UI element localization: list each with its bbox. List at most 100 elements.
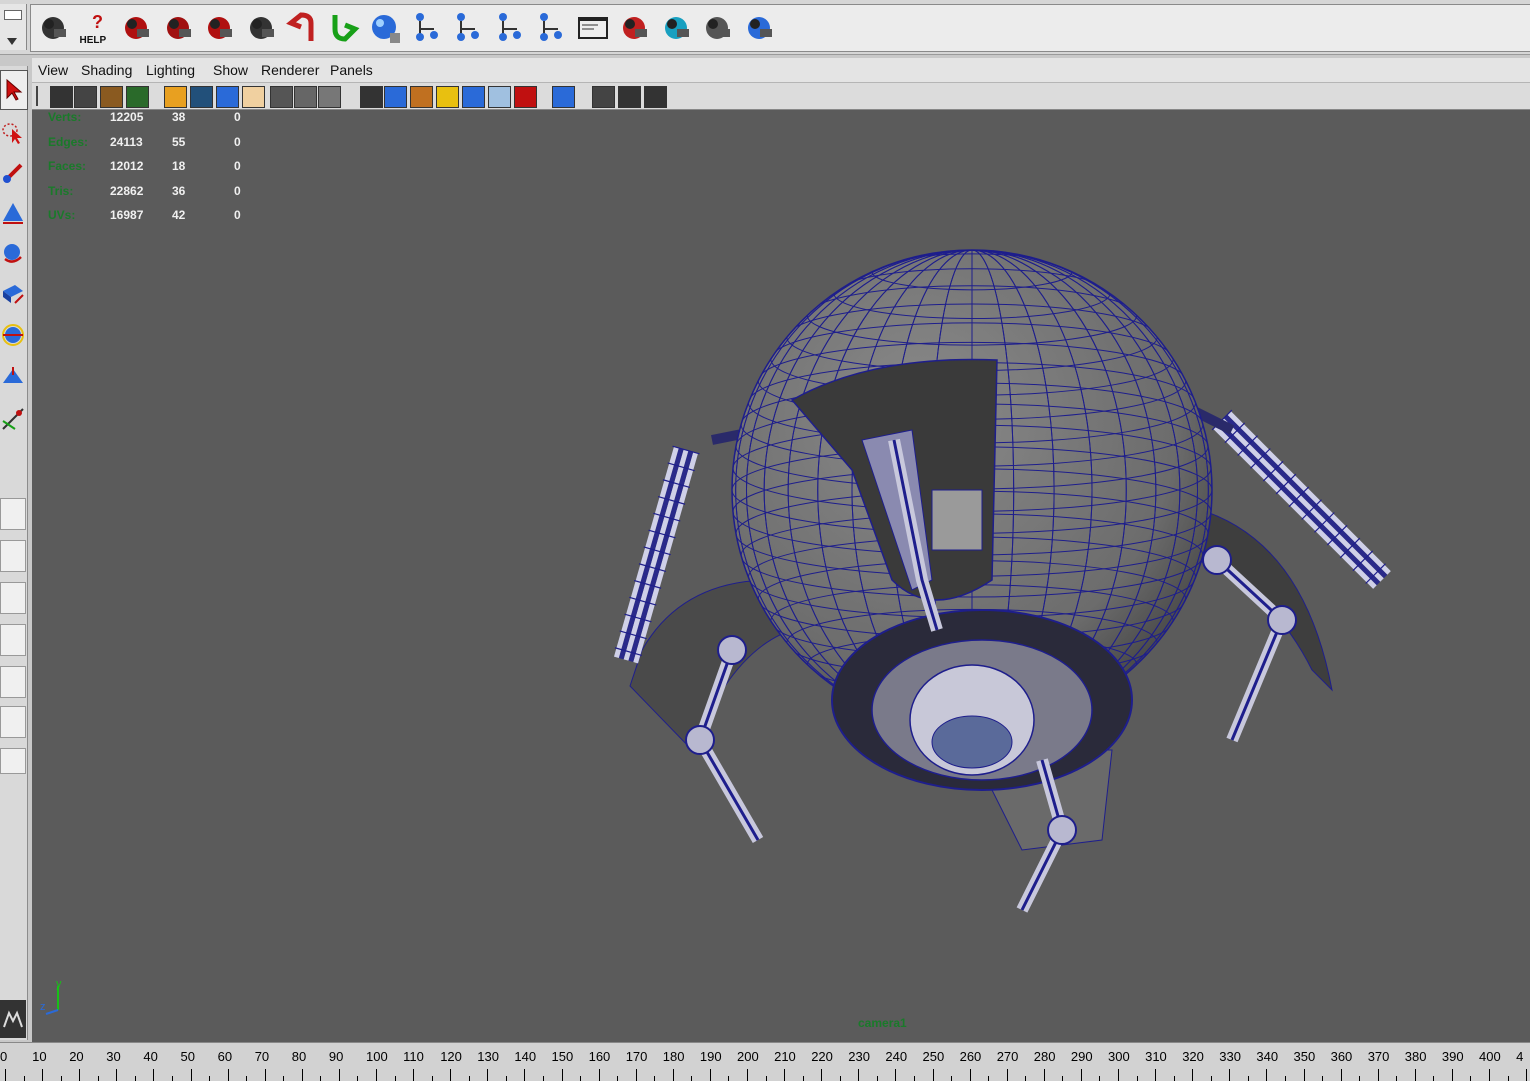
frame-tick-minor xyxy=(394,1076,396,1081)
menu-shading[interactable]: Shading xyxy=(81,62,132,78)
select-tool-icon[interactable] xyxy=(0,70,28,110)
hypershade-icon[interactable] xyxy=(658,9,694,47)
time-slider[interactable]: 0 10 20 30 40 50 60 70 80 90 100 110 120 130 140 150 160… xyxy=(0,1042,1530,1081)
frame-tick-major xyxy=(1377,1069,1379,1081)
frame-tick-minor xyxy=(171,1076,173,1081)
hierarchy-a-icon[interactable] xyxy=(409,9,445,47)
resolution-gate-icon[interactable] xyxy=(216,86,239,108)
persp-hypershade-layout-icon[interactable] xyxy=(0,666,26,698)
menu-lighting[interactable]: Lighting xyxy=(146,62,195,78)
use-lights-icon[interactable] xyxy=(436,86,459,108)
frame-tick-minor xyxy=(913,1076,915,1081)
menu-panels[interactable]: Panels xyxy=(330,62,373,78)
frame-label: 250 xyxy=(922,1049,945,1064)
frame-tick-major xyxy=(784,1069,786,1081)
redo-green-icon[interactable] xyxy=(326,9,362,47)
select-camera-icon[interactable] xyxy=(50,86,73,108)
menu-renderer[interactable]: Renderer xyxy=(261,62,319,78)
paint-icon[interactable] xyxy=(741,9,777,47)
soft-mod-tool-icon[interactable] xyxy=(0,358,26,396)
menu-view[interactable]: View xyxy=(38,62,68,78)
hierarchy-c-icon[interactable] xyxy=(492,9,528,47)
shelf-collapse-icon[interactable] xyxy=(4,10,22,20)
hud-row: Tris: 22862 36 0 xyxy=(48,184,278,204)
viewport-3d[interactable]: Verts: 12205 38 0 Edges: 24113 55 0 Faces: 12012 1… xyxy=(32,110,1530,1042)
axis-y-label: y xyxy=(56,978,62,990)
gate-mask-icon[interactable] xyxy=(242,86,265,108)
script-editor-icon[interactable] xyxy=(575,9,611,47)
help-icon[interactable]: ? HELP xyxy=(77,9,113,47)
frame-tick-minor xyxy=(691,1076,693,1081)
move-tool-icon[interactable] xyxy=(0,194,26,232)
safe-action-icon[interactable] xyxy=(294,86,317,108)
image-plane-icon[interactable] xyxy=(126,86,149,108)
render-camera-icon[interactable] xyxy=(118,9,154,47)
render-settings-icon[interactable] xyxy=(243,9,279,47)
camera-attributes-icon[interactable] xyxy=(74,86,97,108)
hierarchy-b-icon[interactable] xyxy=(450,9,486,47)
wireframe-model[interactable] xyxy=(32,110,1530,1042)
rotate-tool-icon[interactable] xyxy=(0,234,26,272)
grid-icon[interactable] xyxy=(164,86,187,108)
single-pane-layout-icon[interactable] xyxy=(0,498,26,530)
camera-search-icon[interactable] xyxy=(35,9,71,47)
motion-blur-icon[interactable] xyxy=(644,86,667,108)
frame-tick-major xyxy=(1006,1069,1008,1081)
scale-tool-icon[interactable] xyxy=(0,274,26,312)
xray-joints-icon[interactable] xyxy=(514,86,537,108)
frame-label: 380 xyxy=(1404,1049,1427,1064)
wireframe-icon[interactable] xyxy=(360,86,383,108)
layout-menu-icon[interactable] xyxy=(0,748,26,774)
hud-row: Verts: 12205 38 0 xyxy=(48,110,278,130)
box-render-icon[interactable] xyxy=(699,9,735,47)
panel-toolbar xyxy=(32,83,1530,110)
persp-graph-hypergraph-layout-icon[interactable] xyxy=(0,706,26,738)
show-manip-tool-icon[interactable] xyxy=(0,400,26,438)
persp-graph-layout-icon[interactable] xyxy=(0,624,26,656)
shelf-tab-selector[interactable] xyxy=(0,4,27,50)
frame-label: 110 xyxy=(403,1049,424,1064)
frame-tick-major xyxy=(561,1069,563,1081)
isolate-select-icon[interactable] xyxy=(552,86,575,108)
ipr-render-icon[interactable] xyxy=(201,9,237,47)
persp-outliner-layout-icon[interactable] xyxy=(0,582,26,614)
film-gate-icon[interactable] xyxy=(190,86,213,108)
field-chart-icon[interactable] xyxy=(270,86,293,108)
frame-tick-major xyxy=(487,1069,489,1081)
frame-tick-major xyxy=(79,1069,81,1081)
menu-show[interactable]: Show xyxy=(213,62,248,78)
frame-tick-major xyxy=(190,1069,192,1081)
shadows-icon[interactable] xyxy=(462,86,485,108)
shelf-menu-arrow-icon[interactable] xyxy=(7,38,17,45)
lasso-tool-icon[interactable] xyxy=(0,114,26,152)
frame-tick-major xyxy=(42,1069,44,1081)
textured-icon[interactable] xyxy=(410,86,433,108)
two-sided-icon[interactable] xyxy=(592,86,615,108)
universal-manip-icon[interactable] xyxy=(0,316,26,354)
frame-tick-major xyxy=(635,1069,637,1081)
leg-joint xyxy=(717,635,747,665)
frame-tick-minor xyxy=(357,1076,359,1081)
smooth-shade-icon[interactable] xyxy=(384,86,407,108)
frame-tick-minor xyxy=(209,1076,211,1081)
sphere-globe-icon[interactable] xyxy=(367,9,403,47)
frame-tick-major xyxy=(709,1069,711,1081)
hud-value: 36 xyxy=(172,183,186,198)
frame-tick-major xyxy=(598,1069,600,1081)
frame-tick-minor xyxy=(134,1076,136,1081)
frame-tick-major xyxy=(1155,1069,1157,1081)
ambient-occlusion-icon[interactable] xyxy=(618,86,641,108)
paint-select-tool-icon[interactable] xyxy=(0,154,26,192)
frame-label: 340 xyxy=(1256,1049,1279,1064)
safe-title-icon[interactable] xyxy=(318,86,341,108)
xray-icon[interactable] xyxy=(488,86,511,108)
undo-red-icon[interactable] xyxy=(284,9,320,47)
hud-label: Faces: xyxy=(48,159,87,173)
bookmarks-icon[interactable] xyxy=(100,86,123,108)
tool-settings-icon[interactable] xyxy=(616,9,652,47)
frame-tick-minor xyxy=(1284,1076,1286,1081)
hud-value: 12205 xyxy=(110,110,144,124)
hierarchy-d-icon[interactable] xyxy=(533,9,569,47)
four-pane-layout-icon[interactable] xyxy=(0,540,26,572)
render-region-icon[interactable] xyxy=(160,9,196,47)
